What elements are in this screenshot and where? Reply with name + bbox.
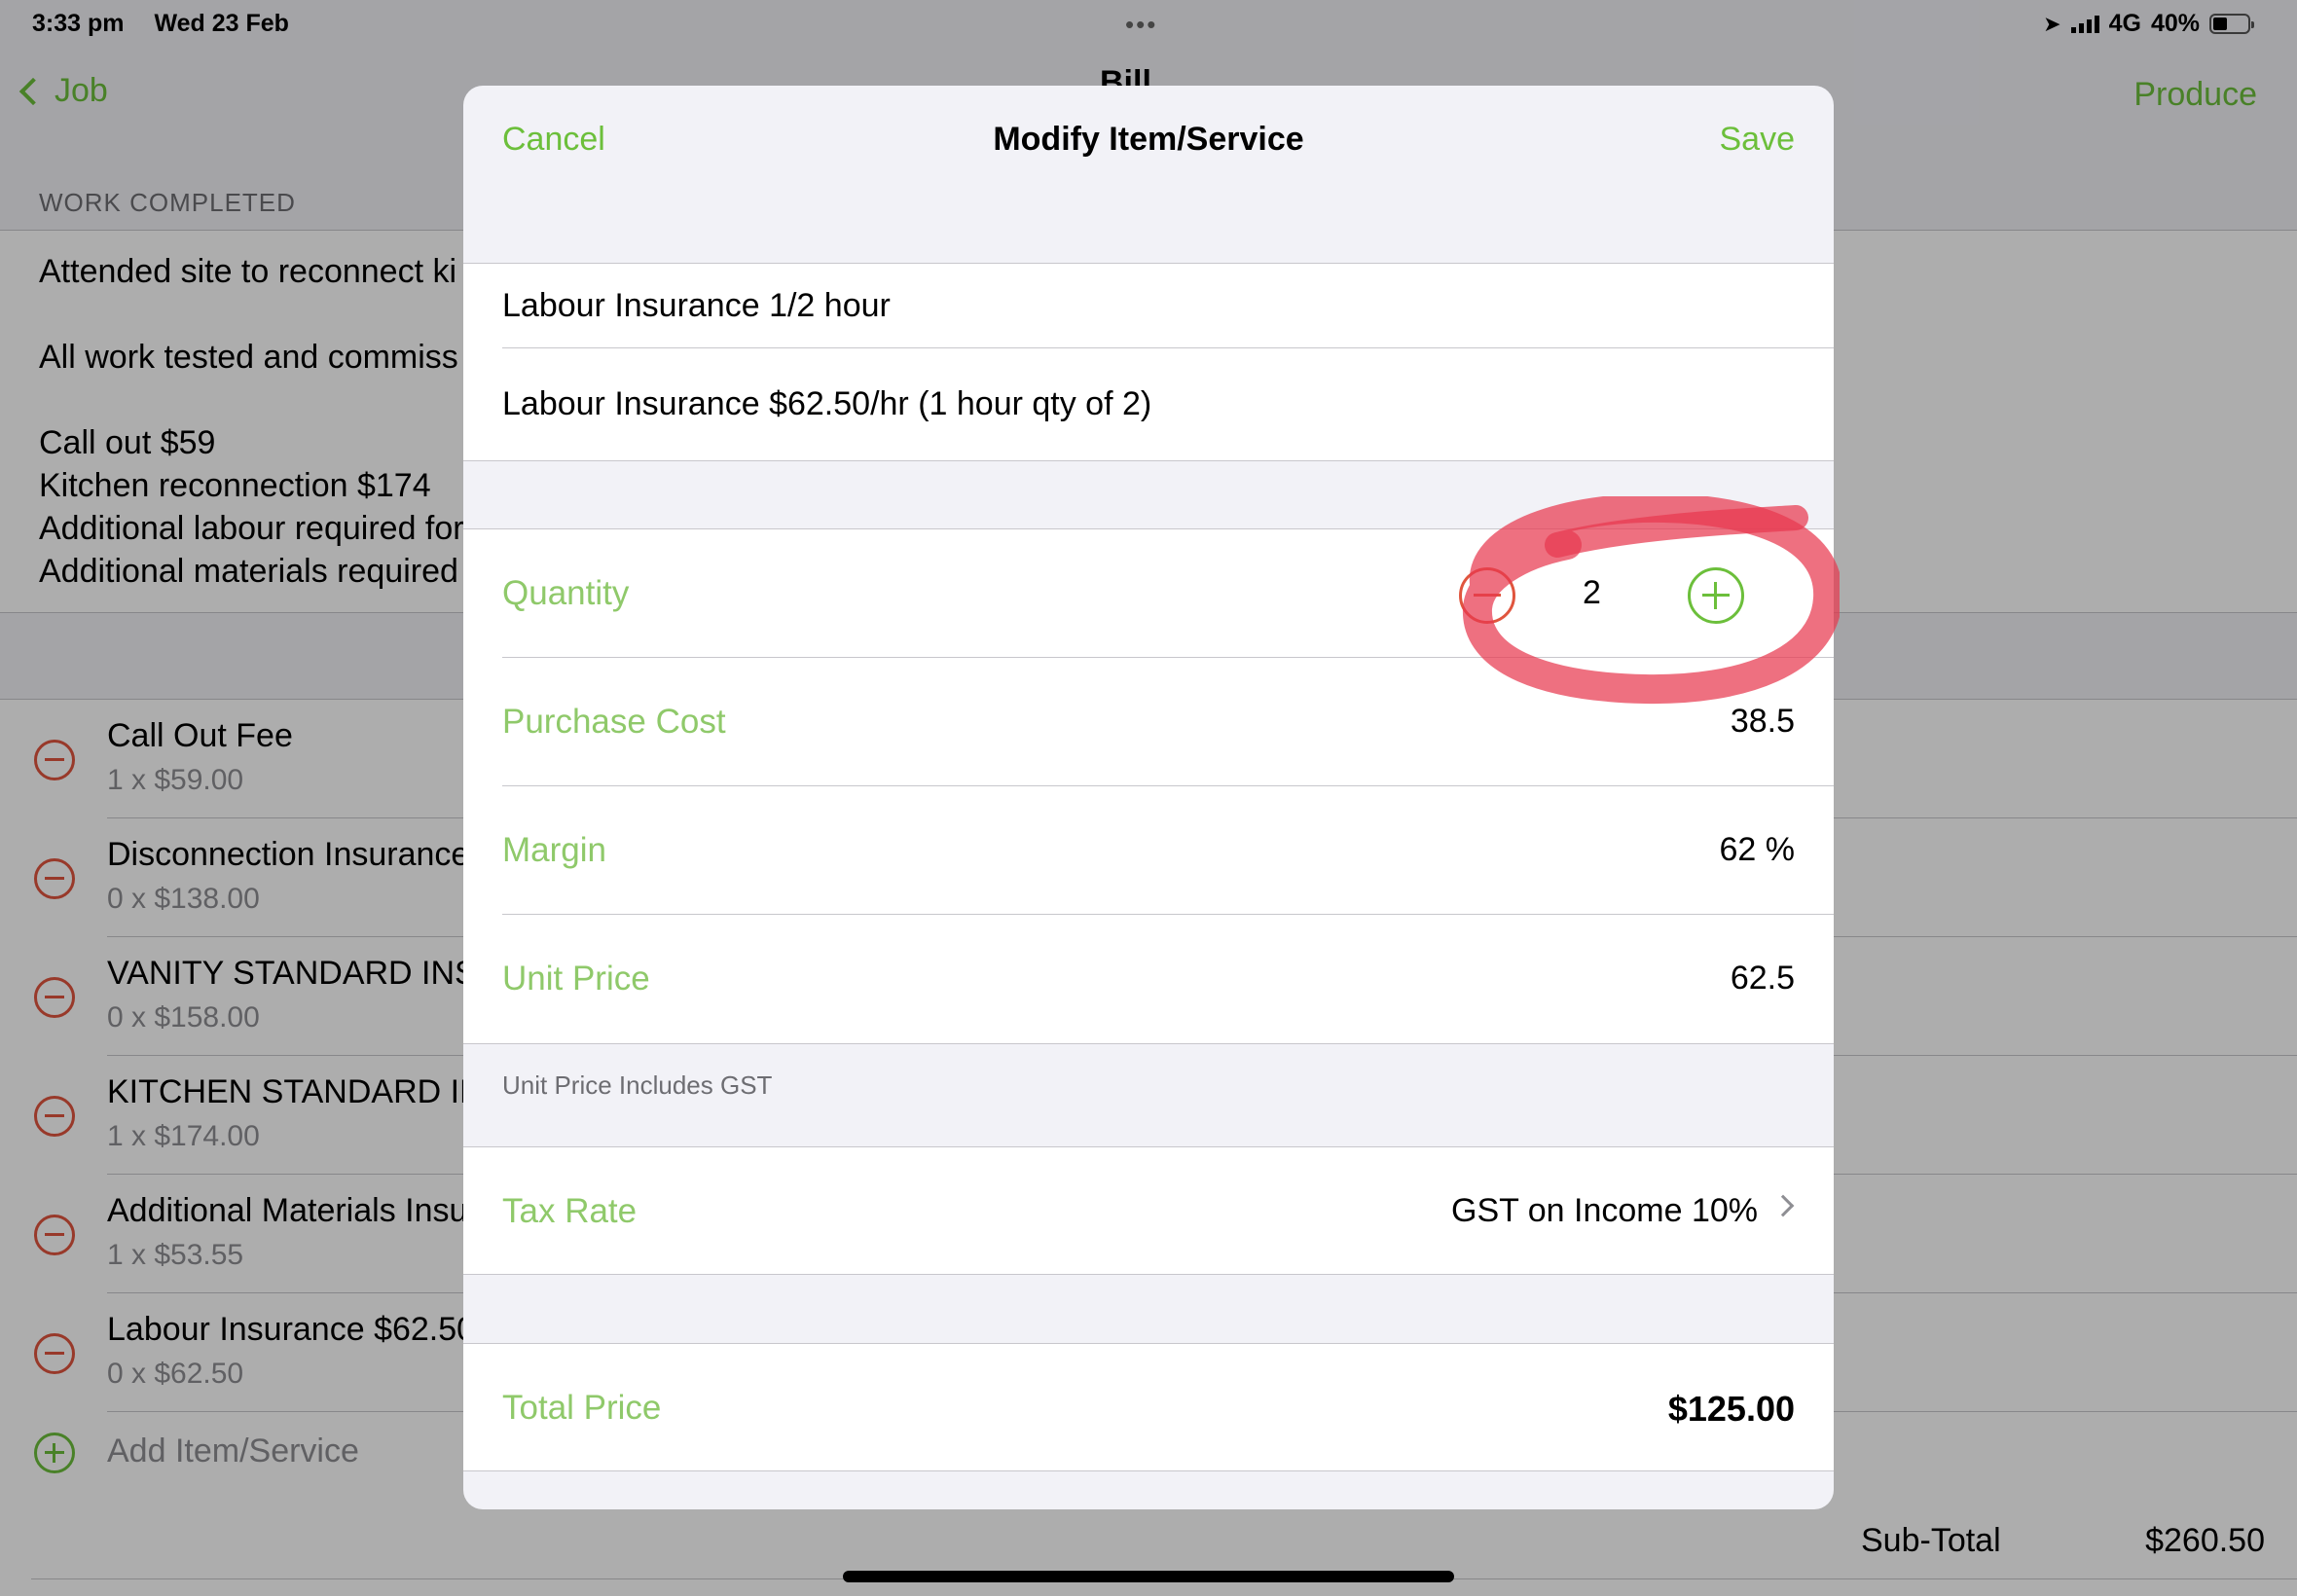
margin-row[interactable]: Margin 62 % (463, 786, 1834, 915)
purchase-cost-label: Purchase Cost (502, 703, 726, 741)
unit-price-note: Unit Price Includes GST (502, 1070, 773, 1100)
chevron-right-icon (1771, 1194, 1795, 1217)
modal-title: Modify Item/Service (993, 121, 1304, 158)
tax-rate-value: GST on Income 10% (1451, 1192, 1758, 1229)
quantity-label: Quantity (502, 574, 630, 612)
unit-price-value[interactable]: 62.5 (1731, 960, 1795, 998)
tax-rate-label: Tax Rate (502, 1192, 638, 1230)
item-name-value: Labour Insurance 1/2 hour (502, 287, 891, 324)
purchase-cost-row[interactable]: Purchase Cost 38.5 (463, 658, 1834, 786)
unit-price-label: Unit Price (502, 960, 650, 998)
total-group: Total Price $125.00 (463, 1343, 1834, 1471)
modify-item-modal: Modify Item/Service Cancel Save Labour I… (463, 86, 1834, 1509)
item-description-field[interactable]: Labour Insurance $62.50/hr (1 hour qty o… (463, 348, 1834, 461)
total-price-row: Total Price $125.00 (463, 1344, 1834, 1470)
total-price-label: Total Price (502, 1389, 662, 1427)
purchase-cost-value[interactable]: 38.5 (1731, 703, 1795, 741)
pricing-group: Quantity 2 Purchase Cost 38.5 Margin 62 … (463, 528, 1834, 1044)
item-name-field[interactable]: Labour Insurance 1/2 hour (463, 264, 1834, 348)
item-text-group: Labour Insurance 1/2 hour Labour Insuran… (463, 263, 1834, 461)
item-description-value: Labour Insurance $62.50/hr (1 hour qty o… (502, 385, 1152, 422)
increment-icon[interactable] (1688, 567, 1744, 624)
unit-price-row[interactable]: Unit Price 62.5 (463, 915, 1834, 1043)
cancel-button[interactable]: Cancel (502, 121, 605, 159)
quantity-row: Quantity 2 (463, 529, 1834, 658)
margin-value[interactable]: 62 % (1720, 831, 1796, 869)
tax-rate-row[interactable]: Tax Rate GST on Income 10% (463, 1147, 1834, 1274)
margin-label: Margin (502, 831, 606, 869)
home-indicator[interactable] (843, 1571, 1454, 1582)
save-button[interactable]: Save (1720, 121, 1796, 159)
decrement-icon[interactable] (1459, 567, 1515, 624)
total-price-value: $125.00 (1667, 1389, 1795, 1429)
tax-rate-group: Tax Rate GST on Income 10% (463, 1146, 1834, 1275)
quantity-value: 2 (1583, 574, 1601, 611)
